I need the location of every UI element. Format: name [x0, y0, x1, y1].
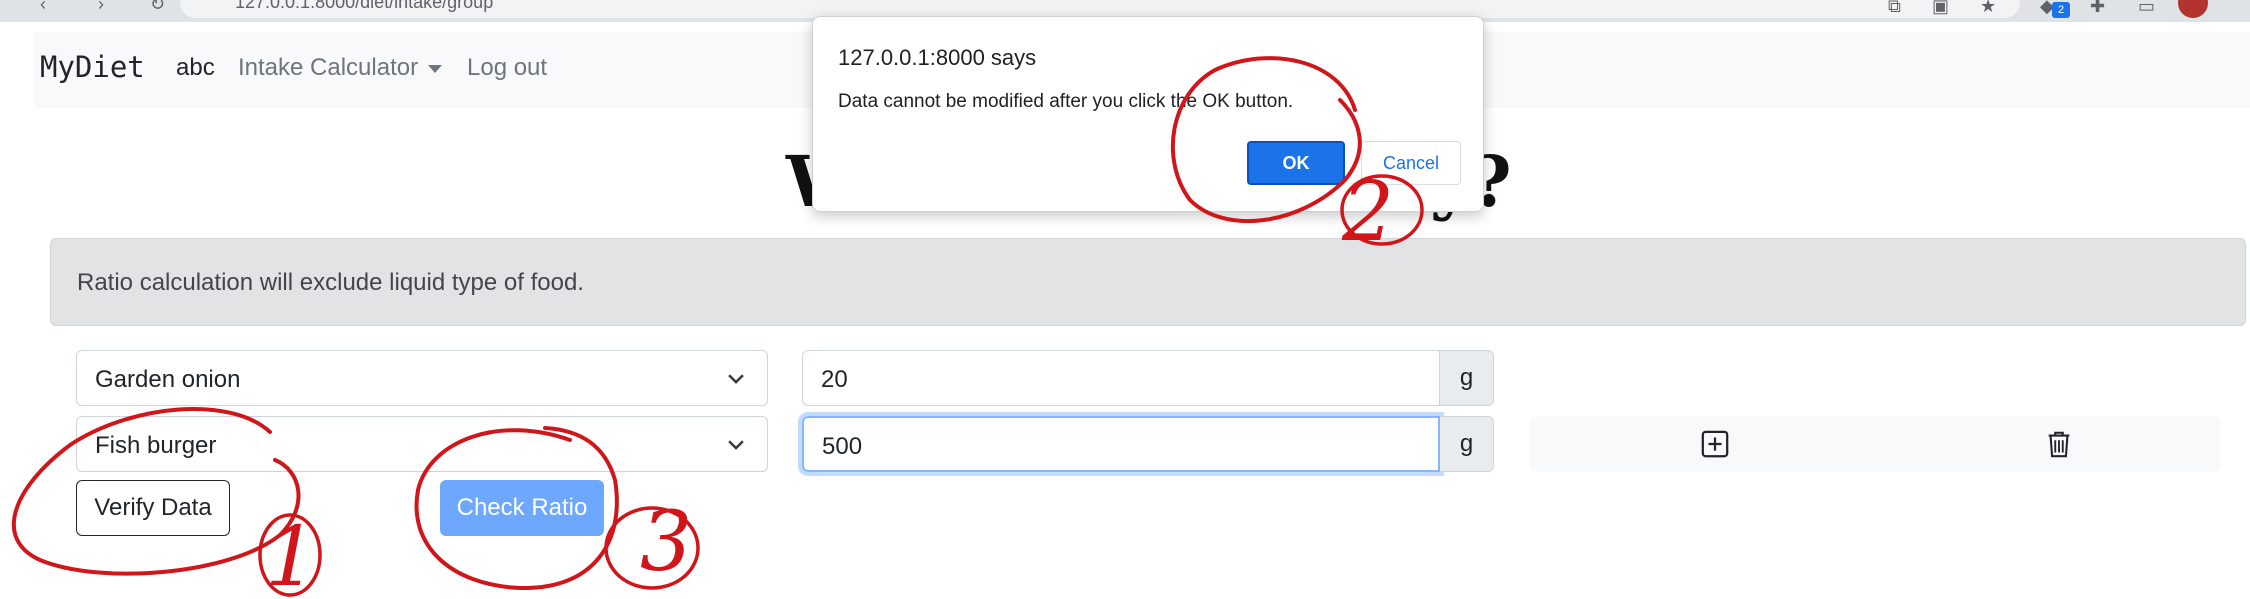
amount-input-1[interactable]: 20 [802, 350, 1440, 406]
dialog-title: 127.0.0.1:8000 says [838, 45, 1037, 70]
extension-badge: 2 [2052, 2, 2070, 18]
food-select-value: Fish burger [95, 432, 217, 459]
chevron-down-icon [728, 440, 744, 450]
bookmark-star-icon[interactable]: ★ [1980, 0, 1996, 17]
check-ratio-button[interactable]: Check Ratio [440, 480, 604, 536]
dialog-cancel-button[interactable]: Cancel [1361, 141, 1461, 185]
info-alert: Ratio calculation will exclude liquid ty… [50, 238, 2246, 326]
dropdown-caret-icon [428, 64, 443, 73]
confirm-dialog: 127.0.0.1:8000 says Data cannot be modif… [812, 16, 1484, 212]
amount-input-2[interactable]: 500 [802, 416, 1440, 472]
add-row-icon[interactable] [1700, 429, 1730, 459]
unit-label: g [1440, 350, 1494, 406]
annotation-step-3: 3 [640, 495, 692, 590]
back-icon[interactable]: ‹ [40, 0, 46, 15]
dialog-message: Data cannot be modified after you click … [838, 91, 1294, 112]
nav-intake-calculator[interactable]: Intake Calculator [238, 54, 443, 82]
unit-label: g [1440, 416, 1494, 472]
nav-logout[interactable]: Log out [467, 54, 547, 82]
address-bar-url[interactable]: 127.0.0.1:8000/diet/intake/group [235, 0, 493, 13]
brand-logo[interactable]: MyDiet [40, 50, 145, 84]
amount-input-value: 500 [822, 433, 863, 460]
annotation-step-1: 1 [265, 510, 317, 599]
trash-icon[interactable] [2044, 429, 2074, 459]
window-icon[interactable]: ▭ [2138, 0, 2155, 17]
amount-input-value: 20 [821, 366, 848, 393]
verify-data-button[interactable]: Verify Data [76, 480, 230, 536]
forward-icon[interactable]: › [98, 0, 104, 15]
chevron-down-icon [728, 374, 744, 384]
row-actions [1530, 416, 2220, 472]
nav-user[interactable]: abc [176, 54, 215, 82]
food-select-1[interactable]: Garden onion [76, 350, 768, 406]
puzzle-icon[interactable]: ✚ [2090, 0, 2105, 17]
dialog-ok-button[interactable]: OK [1247, 141, 1345, 185]
amount-group-1: 20 g [802, 350, 1494, 406]
share-icon[interactable]: ⧉ [1888, 0, 1901, 17]
nav-intake-calculator-label: Intake Calculator [238, 54, 419, 81]
food-select-2[interactable]: Fish burger [76, 416, 768, 472]
amount-group-2: 500 g [802, 416, 1494, 472]
alert-text: Ratio calculation will exclude liquid ty… [77, 269, 584, 296]
food-select-value: Garden onion [95, 366, 241, 393]
profile-avatar[interactable] [2178, 0, 2208, 18]
reload-icon[interactable]: ↻ [150, 0, 165, 15]
install-icon[interactable]: ▣ [1932, 0, 1949, 17]
